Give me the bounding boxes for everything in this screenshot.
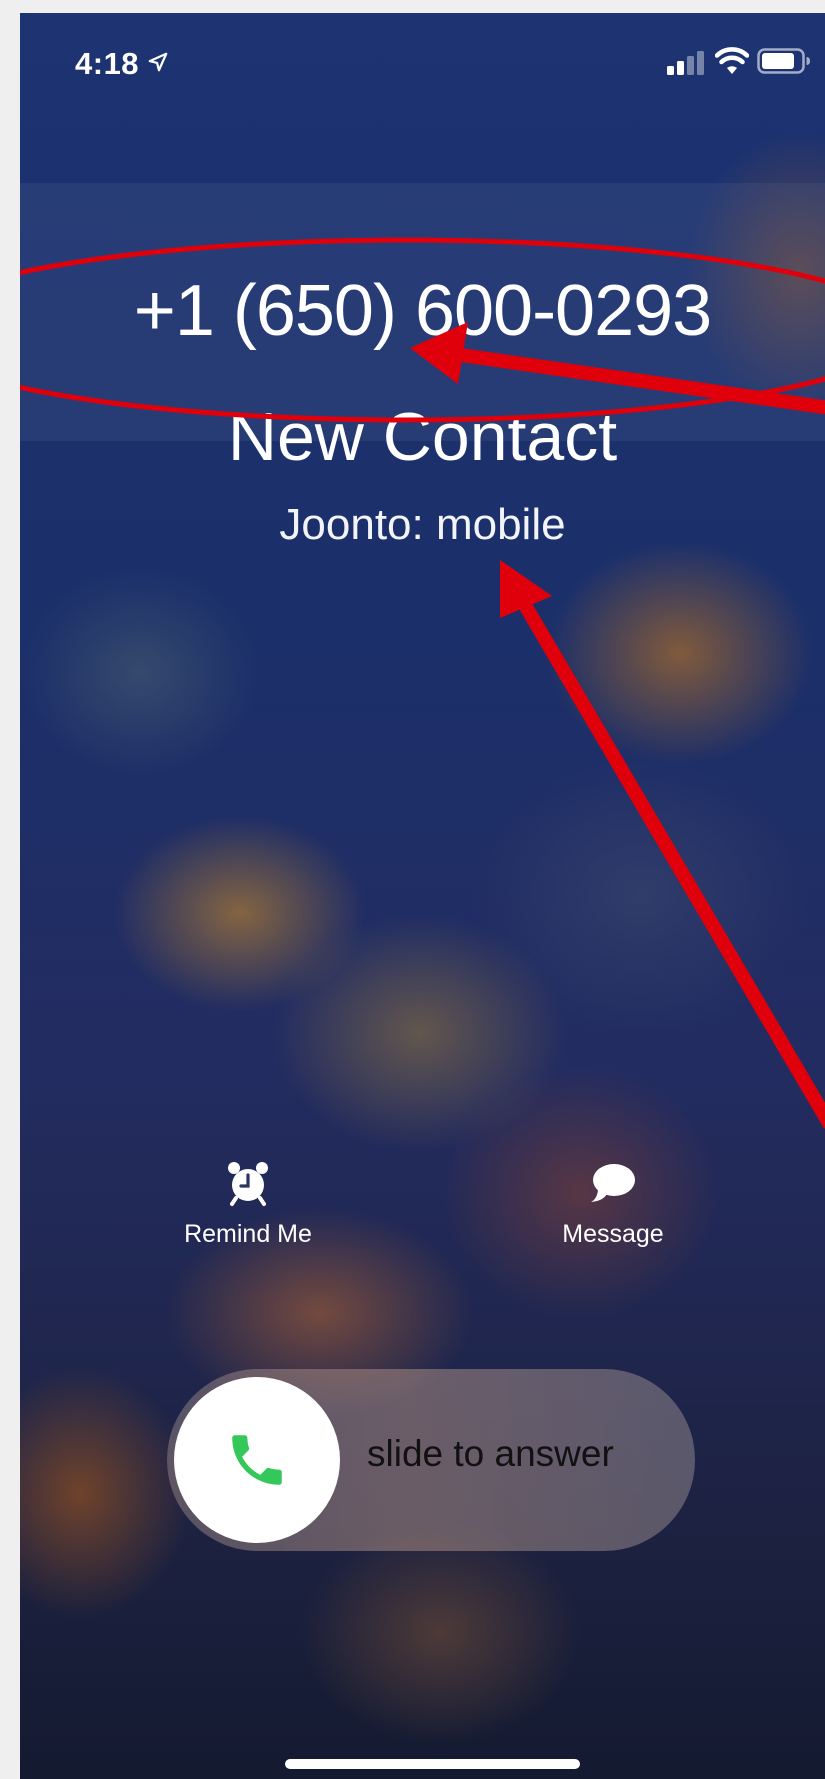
message-label: Message: [562, 1220, 664, 1248]
location-arrow-icon: [148, 52, 168, 72]
message-button[interactable]: Message: [513, 1158, 713, 1249]
alarm-clock-icon: [228, 1162, 268, 1206]
wifi-icon: [715, 47, 749, 74]
remind-me-button[interactable]: Remind Me: [148, 1158, 348, 1249]
slide-to-answer-text: slide to answer: [367, 1433, 614, 1474]
incoming-call-screen: 4:18 +1 (650) 600-0293 New Contact Joont…: [20, 13, 825, 1779]
remind-me-label: Remind Me: [184, 1220, 312, 1248]
status-bar: 4:18: [20, 13, 825, 103]
status-time: 4:18: [75, 46, 140, 81]
cellular-signal-icon: [667, 51, 704, 75]
battery-icon: [757, 48, 810, 74]
speech-bubble-icon: [591, 1164, 635, 1202]
answer-slider-knob[interactable]: [174, 1377, 340, 1543]
caller-label: Joonto: mobile: [279, 500, 566, 549]
home-indicator[interactable]: [285, 1759, 580, 1769]
slide-to-answer-slider[interactable]: slide to answer: [167, 1369, 695, 1551]
caller-name: New Contact: [227, 399, 618, 475]
phone-icon: [232, 1435, 282, 1485]
caller-phone-number: +1 (650) 600-0293: [133, 271, 712, 351]
